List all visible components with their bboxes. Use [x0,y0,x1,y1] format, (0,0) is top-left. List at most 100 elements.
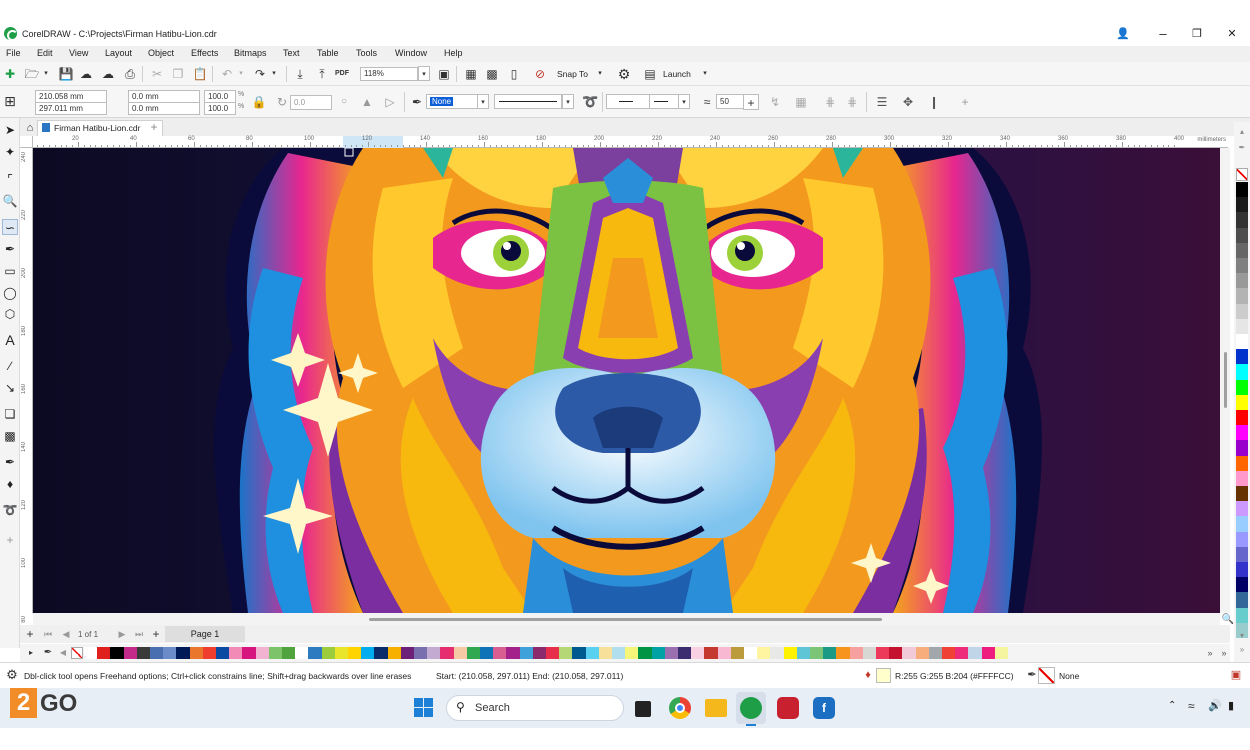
color-swatch[interactable] [348,647,362,659]
color-swatch[interactable] [110,647,124,659]
palette-more-icon[interactable]: » [1216,645,1232,661]
battery-icon[interactable]: ▮ [1228,699,1234,712]
y-position-field[interactable]: 297.011 mm [35,102,107,115]
paste-icon[interactable]: 📋 [192,66,208,82]
color-swatch[interactable] [466,647,481,659]
color-swatch[interactable] [612,647,626,659]
color-swatch[interactable] [480,647,494,659]
color-swatch[interactable] [150,647,164,659]
launch-dropdown-icon[interactable]: ▾ [699,66,711,82]
palette-expand-icon[interactable]: ▸ [23,645,39,661]
no-color-swatch[interactable] [71,647,83,659]
color-swatch[interactable] [216,647,230,659]
line-style-field[interactable] [494,94,562,109]
smoothing-field[interactable]: 50 [716,94,744,109]
color-swatch[interactable] [836,647,850,659]
color-swatch[interactable] [651,647,666,659]
outline-width-dropdown-icon[interactable]: ▾ [477,94,489,109]
add-property-icon[interactable]: + [957,94,973,110]
color-swatch[interactable] [717,647,732,659]
color-swatch[interactable] [862,647,877,659]
color-swatch[interactable] [308,647,322,659]
windows-start-icon[interactable] [414,698,434,718]
no-color-swatch[interactable] [1236,168,1248,181]
open-folder-icon[interactable]: 🗁 [24,66,40,82]
color-swatch[interactable] [229,647,243,659]
menu-layout[interactable]: Layout [105,48,132,58]
color-swatch[interactable] [876,647,890,659]
color-swatch[interactable] [625,647,639,659]
color-swatch[interactable] [955,647,969,659]
color-swatch[interactable] [361,647,375,659]
volume-icon[interactable]: 🔊 [1208,699,1222,712]
redo-icon[interactable]: ↷ [252,66,268,82]
color-swatch[interactable] [387,647,402,659]
color-swatch[interactable] [678,647,692,659]
zoom-dropdown-icon[interactable]: ▾ [418,66,430,81]
new-tab-button[interactable]: + [146,119,162,135]
page-tab[interactable]: Page 1 [165,626,245,642]
guidelines-icon[interactable]: ▯ [506,66,522,82]
undo-dropdown-icon[interactable]: ▾ [235,66,247,82]
arrowhead-dropdown-icon[interactable]: ▾ [678,94,690,109]
color-swatch[interactable] [770,647,784,659]
color-swatch[interactable] [519,647,534,659]
text-tool-icon[interactable]: A [2,332,18,348]
add-page-after-icon[interactable]: + [148,626,164,642]
color-swatch[interactable] [849,647,864,659]
line-style-dropdown-icon[interactable]: ▾ [562,94,574,109]
palette-eyedropper-icon[interactable]: ✒ [40,645,56,661]
color-swatch[interactable] [1236,288,1248,304]
transparency-icon[interactable]: ▩ [2,428,18,444]
color-swatch[interactable] [427,647,441,659]
rectangle-tool-icon[interactable]: ▭ [2,263,18,279]
export-pdf-icon[interactable]: PDF [334,66,350,82]
close-button[interactable]: ✕ [1217,24,1247,44]
color-swatch[interactable] [1236,334,1248,350]
redo-dropdown-icon[interactable]: ▾ [268,66,280,82]
add-tool-icon[interactable]: + [2,532,18,548]
color-swatch[interactable] [97,647,111,659]
color-swatch[interactable] [189,647,204,659]
mirror-horizontal-icon[interactable]: ▲ [359,94,375,110]
lock-ratio-icon[interactable]: 🔒 [251,94,267,110]
account-icon[interactable]: 👤 [1108,24,1138,44]
task-view-icon[interactable] [635,701,651,717]
menu-effects[interactable]: Effects [191,48,218,58]
menu-tools[interactable]: Tools [356,48,377,58]
drawing-canvas[interactable] [33,148,1220,613]
import-icon[interactable]: ⤓ [292,66,308,82]
cloud-download-icon[interactable]: ☁ [100,66,116,82]
settings-gear-icon[interactable]: ⚙ [4,667,20,683]
color-swatch[interactable] [1236,546,1248,563]
polygon-tool-icon[interactable]: ⬡ [2,306,18,322]
color-swatch[interactable] [163,647,177,659]
cut-icon[interactable]: ✂ [149,66,165,82]
color-swatch[interactable] [1236,486,1248,502]
color-swatch[interactable] [1236,364,1248,380]
bspline-icon[interactable]: ↯ [767,94,783,110]
crop-tool-icon[interactable]: ⌜ [2,171,18,187]
color-swatch[interactable] [968,647,982,659]
color-swatch[interactable] [1236,318,1248,335]
color-swatch[interactable] [1236,197,1248,213]
wifi-icon[interactable]: ≈ [1188,699,1195,713]
pick-tool-icon[interactable]: ➤ [2,122,18,138]
boolean-trim-icon[interactable]: ⋕ [844,94,860,110]
undo-icon[interactable]: ↶ [219,66,235,82]
color-swatch[interactable] [783,647,798,659]
color-swatch[interactable] [321,647,336,659]
drop-shadow-icon[interactable]: ❏ [2,406,18,422]
color-swatch[interactable] [598,647,613,659]
ruler-corner[interactable] [20,136,33,148]
last-page-icon[interactable]: ⏭ [131,626,147,642]
color-swatch[interactable] [1236,607,1248,624]
add-page-before-icon[interactable]: + [22,626,38,642]
transform-icon[interactable]: ✥ [900,94,916,110]
snap-to-label[interactable]: Snap To [557,69,588,79]
connector-tool-icon[interactable]: ↘ [2,380,18,396]
minimize-button[interactable]: – [1148,24,1178,44]
options-gear-icon[interactable]: ⚙ [616,66,632,82]
palette-scroll-up-icon[interactable]: ▴ [1234,124,1250,140]
color-swatch[interactable] [1236,258,1248,274]
